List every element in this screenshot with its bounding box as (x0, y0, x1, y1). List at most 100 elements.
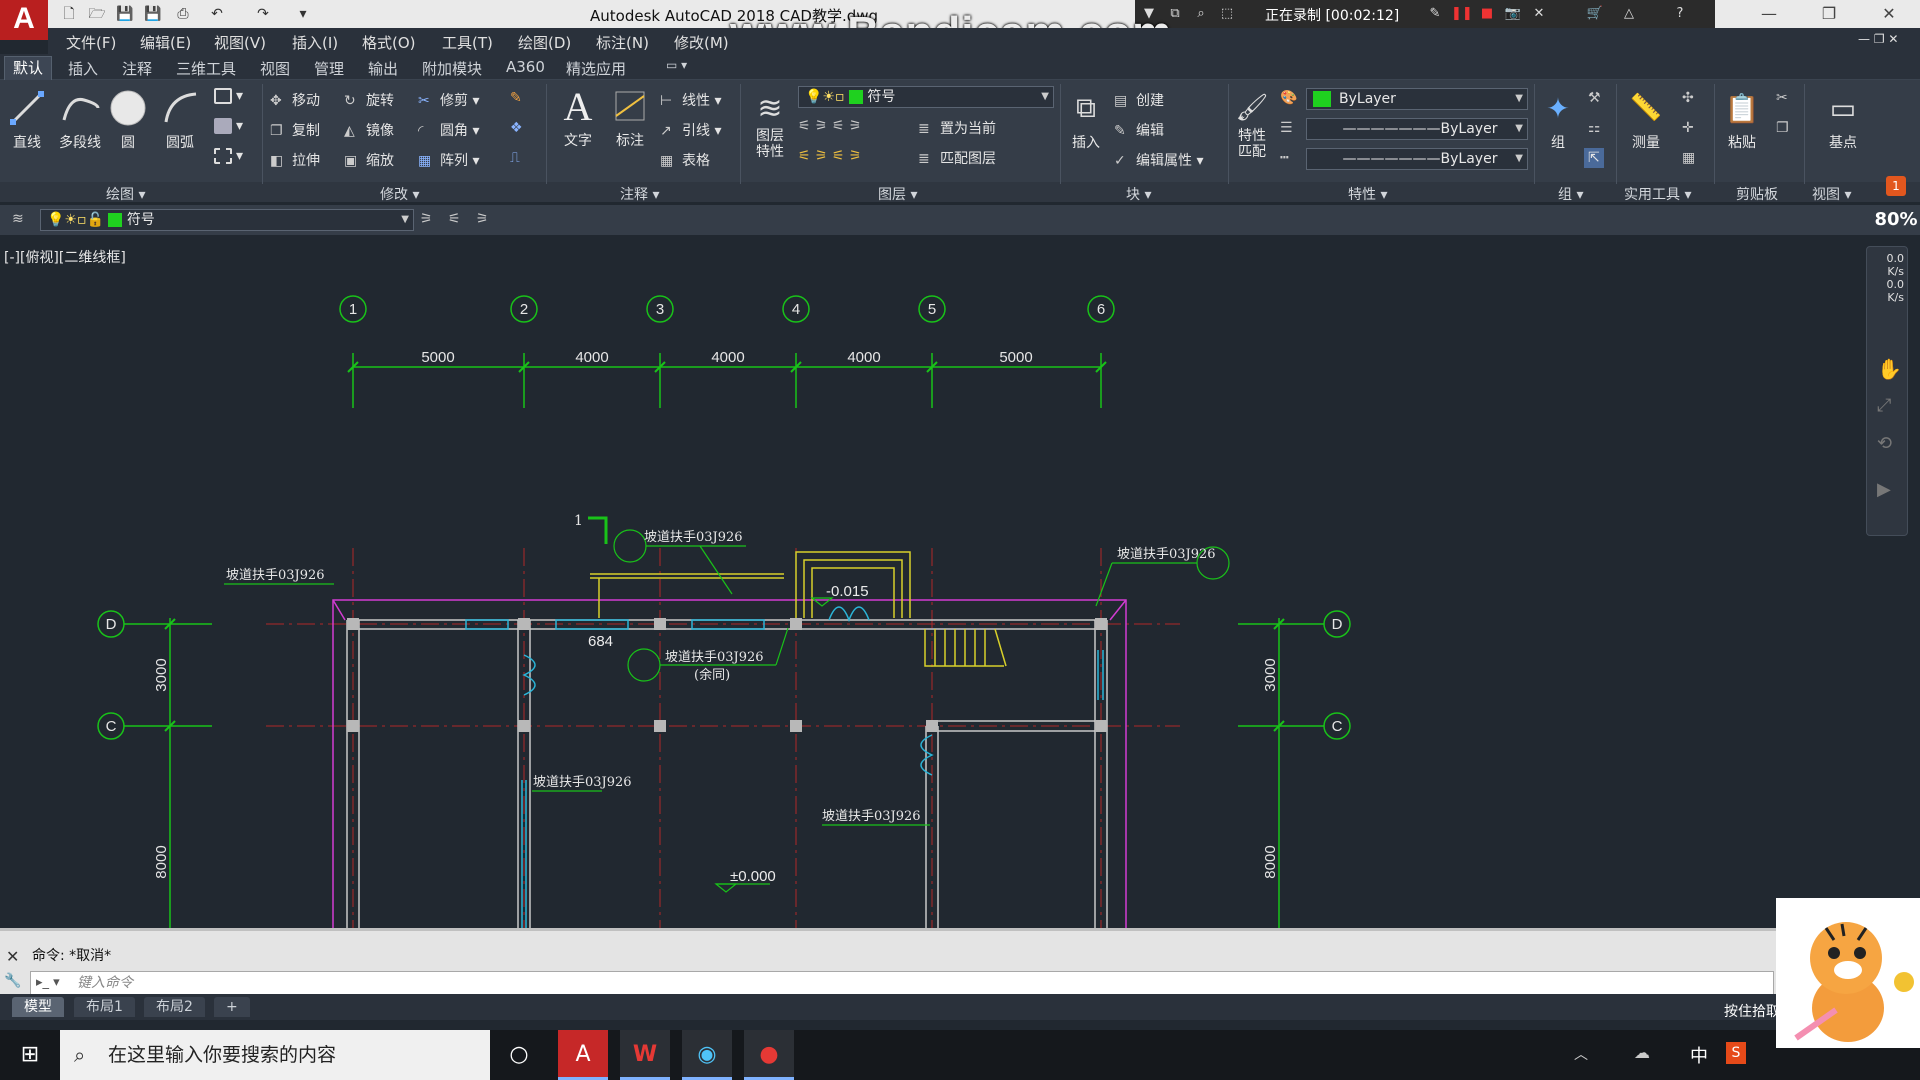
paste-button[interactable]: 📋 粘贴 (1720, 88, 1764, 152)
viewport-controls[interactable]: [-][俯视][二维线框] (4, 247, 126, 267)
edit-block-button[interactable]: ✎ 编辑 (1114, 120, 1164, 140)
group-button[interactable]: ✦ 组 (1538, 88, 1578, 152)
linetype-icon[interactable]: ┅ (1280, 150, 1288, 166)
tab-insert[interactable]: 插入 (68, 58, 98, 79)
table-button[interactable]: ▦ 表格 (660, 150, 710, 170)
tray-arrow-icon[interactable]: ︿ (1574, 1044, 1588, 1064)
modify-panel-title[interactable]: 修改 ▾ (380, 184, 419, 204)
create-block-button[interactable]: ▤ 创建 (1114, 90, 1164, 110)
line-button[interactable]: 直线 (4, 88, 50, 152)
redo-icon[interactable]: ↷ (252, 4, 274, 24)
layer-tools-row2[interactable]: ⚟ ⚞ ⚟ ⚞ (798, 148, 862, 164)
group-select-icon[interactable]: ⇱ (1584, 148, 1604, 168)
trim-button[interactable]: ✂ 修剪 ▾ (418, 90, 479, 110)
orbit-icon[interactable]: ⟲ (1877, 433, 1892, 454)
ribbon-toggle-icon[interactable]: ▭ ▾ (666, 58, 687, 72)
tab-model[interactable]: 模型 (12, 997, 64, 1017)
tab-a360[interactable]: A360 (506, 58, 545, 76)
notification-badge[interactable]: 1 (1886, 176, 1906, 196)
rotate-button[interactable]: ↻ 旋转 (344, 90, 394, 110)
lineweight-icon[interactable]: ☰ (1280, 120, 1293, 136)
linetype-dropdown[interactable]: ———————ByLayer ▼ (1306, 118, 1528, 140)
lineweight-dropdown[interactable]: ———————ByLayer ▼ (1306, 148, 1528, 170)
windows-start-icon[interactable]: ⊞ (0, 1030, 60, 1080)
group-edit-icon[interactable]: ⚏ (1588, 120, 1601, 136)
minimize-button[interactable]: — (1746, 0, 1792, 28)
mirror-button[interactable]: ◭ 镜像 (344, 120, 394, 140)
cut-icon[interactable]: ✂ (1776, 90, 1788, 106)
annotation-panel-title[interactable]: 注释 ▾ (620, 184, 659, 204)
circle-button[interactable]: 圆 (108, 88, 148, 152)
linear-button[interactable]: ⊢ 线性 ▾ (660, 90, 721, 110)
menu-dimension[interactable]: 标注(N) (596, 32, 649, 53)
color-dropdown[interactable]: ByLayer ▼ (1306, 88, 1528, 110)
cart-icon[interactable]: 🛒 (1585, 4, 1605, 24)
close-icon[interactable]: ✕ (6, 947, 19, 966)
measure-button[interactable]: 📏 测量 (1624, 88, 1668, 152)
camera-icon[interactable]: 📷 (1503, 4, 1523, 24)
drawing-canvas[interactable]: 1 2 3 4 5 6 5000 4000 4000 4000 5000 D C… (0, 238, 1860, 928)
print-icon[interactable]: ⎙ (172, 4, 194, 24)
doc-window-controls[interactable]: — ❐ ✕ (1858, 32, 1898, 46)
tab-addins[interactable]: 附加模块 (422, 58, 482, 79)
layers-panel-title[interactable]: 图层 ▾ (878, 184, 917, 204)
layer-state-icon[interactable]: ⚞ (476, 211, 489, 227)
region-select-icon[interactable]: ⬚ (1217, 4, 1237, 24)
pause-icon[interactable]: ❚❚ (1451, 4, 1473, 24)
array-button[interactable]: ▦ 阵列 ▾ (418, 150, 479, 170)
tab-featured-apps[interactable]: 精选应用 (566, 58, 626, 79)
tab-manage[interactable]: 管理 (314, 58, 344, 79)
taskbar-search[interactable]: ⌕ 在这里输入你要搜索的内容 (60, 1030, 490, 1080)
tab-3d-tools[interactable]: 三维工具 (176, 58, 236, 79)
ime-language[interactable]: 中 (1690, 1042, 1708, 1068)
menu-tools[interactable]: 工具(T) (442, 32, 493, 53)
draw-panel-title[interactable]: 绘图 ▾ (106, 184, 145, 204)
rectangle-icon[interactable]: ▾ (214, 88, 243, 104)
hatch-icon[interactable]: ▾ (214, 118, 243, 134)
id-point-icon[interactable]: ✣ (1682, 90, 1694, 106)
copy-button[interactable]: ❐ 复制 (270, 120, 320, 140)
command-input[interactable]: 键入命令 (30, 971, 1774, 995)
clipboard-panel-title[interactable]: 剪贴板 (1736, 184, 1778, 204)
pen-icon[interactable]: ✎ (1425, 4, 1445, 24)
menu-view[interactable]: 视图(V) (214, 32, 266, 53)
scale-button[interactable]: ▣ 缩放 (344, 150, 394, 170)
zoom-search-icon[interactable]: ⌕ (1191, 4, 1211, 24)
dimension-button[interactable]: 标注 (608, 86, 652, 150)
color-wheel-icon[interactable]: 🎨 (1280, 90, 1297, 106)
showmotion-icon[interactable]: ▶ (1877, 479, 1891, 500)
properties-panel-title[interactable]: 特性 ▾ (1348, 184, 1387, 204)
wrench-icon[interactable]: 🔧 (4, 973, 21, 989)
sogou-ime-icon[interactable]: S (1726, 1042, 1746, 1064)
explode-icon[interactable]: ❖ (510, 120, 532, 136)
polyline-button[interactable]: 多段线 (52, 88, 108, 152)
stretch-button[interactable]: ◧ 拉伸 (270, 150, 320, 170)
pan-icon[interactable]: ✋ (1877, 357, 1902, 381)
zoom-icon[interactable]: ⤢ (1877, 395, 1891, 416)
arc-button[interactable]: 圆弧 (158, 88, 202, 152)
close-recording-icon[interactable]: ✕ (1529, 4, 1549, 24)
insert-block-button[interactable]: ⧉ 插入 (1066, 88, 1106, 152)
save-icon[interactable]: 💾 (114, 4, 136, 24)
menu-file[interactable]: 文件(F) (66, 32, 116, 53)
close-button[interactable]: ✕ (1866, 0, 1912, 28)
bandicam-taskbar-icon[interactable]: ● (744, 1030, 794, 1080)
wps-taskbar-icon[interactable]: W (620, 1030, 670, 1080)
groups-panel-title[interactable]: 组 ▾ (1558, 184, 1583, 204)
menu-edit[interactable]: 编辑(E) (140, 32, 191, 53)
erase-icon[interactable]: ✎ (510, 90, 532, 106)
text-button[interactable]: A 文字 (556, 84, 600, 150)
layer-manager-icon[interactable]: ≋ (12, 211, 24, 227)
tab-view[interactable]: 视图 (260, 58, 290, 79)
tray-network-icon[interactable]: ☁ (1634, 1043, 1650, 1062)
undo-icon[interactable]: ↶ (206, 4, 228, 24)
menu-draw[interactable]: 绘图(D) (518, 32, 571, 53)
stop-icon[interactable]: ■ (1477, 4, 1497, 24)
point-icon[interactable]: ✛ (1682, 120, 1694, 136)
layer-toolbar-dropdown[interactable]: 💡☀▫🔓 符号 ▼ (40, 209, 414, 231)
autocad-taskbar-icon[interactable]: A (558, 1030, 608, 1080)
autocad-logo-icon[interactable]: A (0, 0, 48, 40)
menu-format[interactable]: 格式(O) (362, 32, 416, 53)
command-prompt-icon[interactable]: ▸_ ▾ (36, 975, 60, 990)
utilities-panel-title[interactable]: 实用工具 ▾ (1624, 184, 1691, 204)
